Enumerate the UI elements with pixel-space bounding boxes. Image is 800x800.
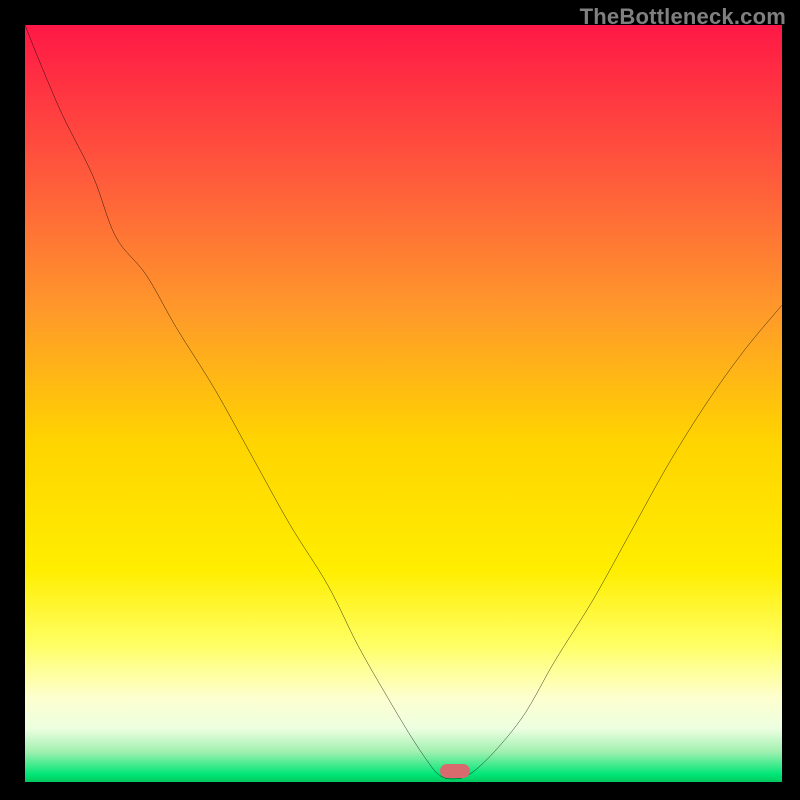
optimal-marker	[440, 764, 470, 778]
bottleneck-curve	[25, 25, 782, 782]
watermark-text: TheBottleneck.com	[580, 4, 786, 30]
plot-area	[25, 25, 782, 782]
chart-container: TheBottleneck.com	[0, 0, 800, 800]
